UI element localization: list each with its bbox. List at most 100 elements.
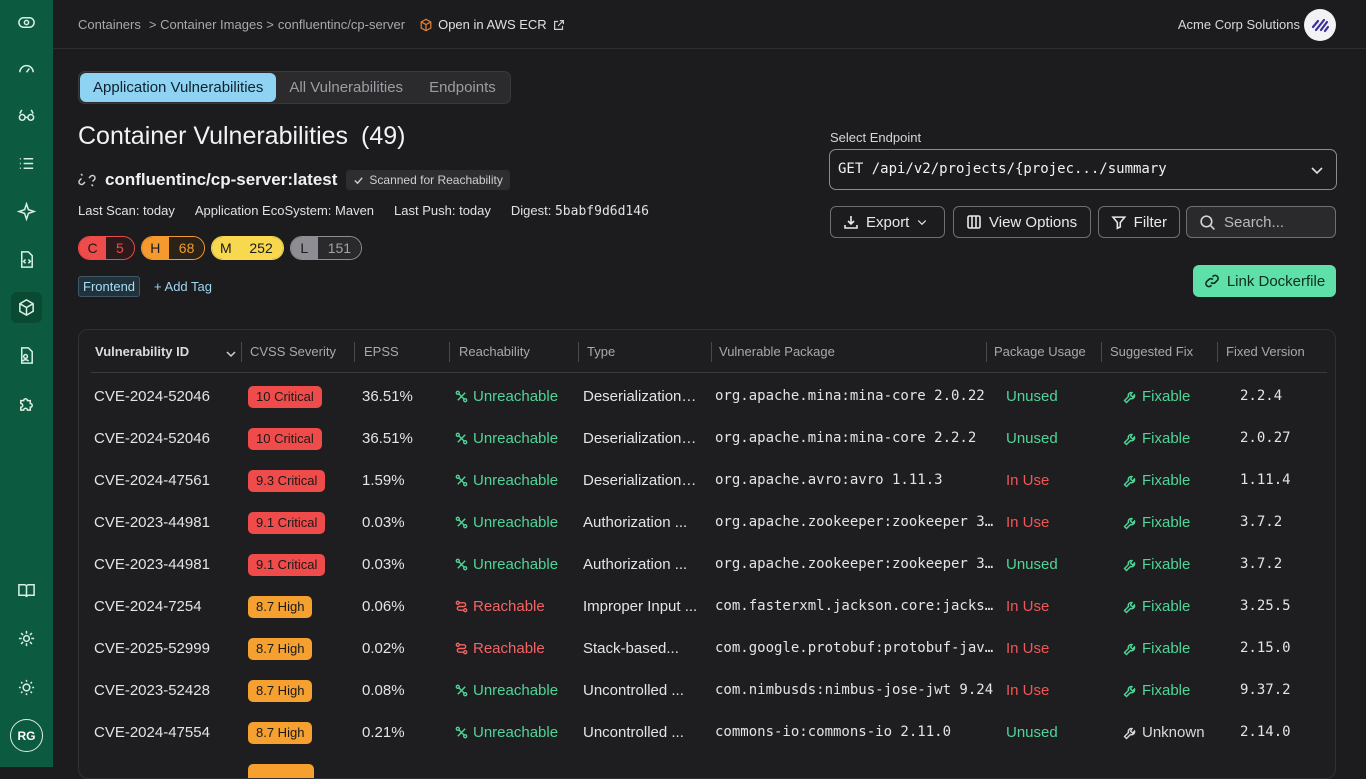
vulnerability-id[interactable]: CVE-2023-44981 (94, 556, 210, 573)
scan-badge: Scanned for Reachability (346, 170, 510, 190)
col-reachability[interactable]: Reachability (459, 344, 530, 359)
suggested-fix: Fixable (1123, 682, 1190, 699)
container-box-icon[interactable] (11, 292, 42, 323)
table-row[interactable]: CVE-2023-52428 8.7 High 0.08% Unreachable Un… (79, 670, 1335, 712)
image-name: confluentinc/cp-server:latest (105, 170, 338, 189)
fixed-version: 9.37.2 (1240, 682, 1291, 698)
tab-application-vulnerabilities[interactable]: Application Vulnerabilities (80, 73, 277, 102)
col-vulnerability-id[interactable]: Vulnerability ID (95, 344, 189, 359)
vulnerable-package: com.fasterxml.jackson.core:jacks… (715, 598, 994, 614)
vulnerability-table: Vulnerability ID CVSS Severity EPSS Reac… (78, 329, 1336, 779)
sparkle-icon[interactable] (11, 196, 42, 227)
vulnerability-id[interactable]: CVE-2024-52046 (94, 430, 210, 447)
vulnerability-type: Deserialization ... (583, 472, 698, 489)
vulnerable-package: org.apache.zookeeper:zookeeper 3… (715, 556, 994, 572)
search-input[interactable]: Search... (1186, 206, 1336, 238)
suggested-fix: Fixable (1123, 598, 1190, 615)
sort-chevron-icon[interactable] (225, 348, 237, 360)
table-row[interactable]: CVE-2024-47561 9.3 Critical 1.59% Unreachab… (79, 460, 1335, 502)
severity-critical[interactable]: C5 (78, 236, 135, 260)
table-row[interactable]: CVE-2025-52999 8.7 High 0.02% Reachable Stac… (79, 628, 1335, 670)
severity-medium[interactable]: M 252 (211, 236, 284, 260)
vulnerability-id[interactable]: CVE-2024-52046 (94, 388, 210, 405)
wrench-icon (1123, 475, 1136, 487)
table-row[interactable]: CVE-2024-52046 10 Critical 36.51% Unreachab… (79, 376, 1335, 418)
fixed-version: 2.14.0 (1240, 724, 1291, 740)
col-fixed-version[interactable]: Fixed Version (1226, 344, 1305, 359)
vulnerability-type: Authorization ... (583, 514, 688, 531)
severity-low[interactable]: L 151 (289, 236, 363, 260)
table-row[interactable]: CVE-2024-47554 8.7 High 0.21% Unreachable Un… (79, 712, 1335, 754)
tag-frontend[interactable]: Frontend (78, 276, 141, 297)
cvss-badge: 10 Critical (248, 386, 322, 408)
vulnerable-package: org.apache.zookeeper:zookeeper 3… (715, 514, 994, 530)
breadcrumb-container-images[interactable]: > Container Images > (149, 17, 274, 32)
suggested-fix: Fixable (1123, 556, 1190, 573)
vulnerability-id[interactable]: CVE-2025-52999 (94, 640, 210, 657)
breadcrumb: Containers > Container Images > confluen… (78, 17, 566, 32)
package-usage: Unused (1006, 724, 1058, 741)
suggested-fix: Fixable (1123, 640, 1190, 657)
user-avatar[interactable]: RG (10, 719, 43, 752)
col-divider (1101, 342, 1102, 362)
tab-all-vulnerabilities[interactable]: All Vulnerabilities (276, 73, 416, 102)
fixed-version: 3.7.2 (1240, 514, 1283, 530)
col-cvss-severity[interactable]: CVSS Severity (250, 344, 336, 359)
list-icon[interactable] (11, 148, 42, 179)
reachability-status: Unreachable (455, 472, 558, 489)
package-usage: Unused (1006, 556, 1058, 573)
file-user-icon[interactable] (11, 340, 42, 371)
table-row[interactable]: CVE-2024-52046 10 Critical 36.51% Unreachab… (79, 418, 1335, 460)
view-options-button[interactable]: View Options (953, 206, 1091, 238)
cvss-badge: 8.7 High (248, 680, 313, 702)
cvss-badge: 9.1 Critical (248, 554, 326, 576)
open-in-ecr-link[interactable]: Open in AWS ECR (419, 17, 566, 32)
dashboard-gauge-icon[interactable] (11, 53, 42, 84)
vulnerability-id[interactable]: CVE-2024-7254 (94, 598, 202, 615)
theme-sun-icon[interactable] (11, 672, 42, 703)
chevron-down-icon (1311, 167, 1323, 175)
unreachable-icon (455, 684, 468, 697)
breadcrumb-containers[interactable]: Containers (78, 17, 141, 32)
broken-link-icon (78, 173, 96, 187)
vulnerability-id[interactable]: CVE-2023-44981 (94, 514, 210, 531)
org-logo-icon[interactable] (1304, 9, 1336, 41)
vulnerability-id[interactable]: CVE-2024-47561 (94, 472, 210, 489)
settings-gear-icon[interactable] (11, 623, 42, 654)
export-button[interactable]: Export (830, 206, 945, 238)
col-suggested-fix[interactable]: Suggested Fix (1110, 344, 1193, 359)
vulnerability-type: Stack-based... (583, 640, 679, 657)
cvss-badge: 10 Critical (248, 428, 322, 450)
vulnerability-id[interactable]: CVE-2024-47554 (94, 724, 210, 741)
col-epss[interactable]: EPSS (364, 344, 399, 359)
puzzle-icon[interactable] (11, 388, 42, 419)
tag-row: Frontend + Add Tag (78, 276, 212, 297)
endpoint-select[interactable]: GET /api/v2/projects/{projec.../summary (829, 149, 1337, 190)
reachability-status: Unreachable (455, 556, 558, 573)
link-dockerfile-button[interactable]: Link Dockerfile (1193, 265, 1336, 297)
col-package-usage[interactable]: Package Usage (994, 344, 1086, 359)
image-row: confluentinc/cp-server:latest Scanned fo… (78, 170, 510, 190)
wrench-icon (1123, 517, 1136, 529)
col-divider (241, 342, 242, 362)
table-row[interactable]: CVE-2023-44981 9.1 Critical 0.03% Unreachab… (79, 544, 1335, 586)
table-row[interactable]: CVE-2023-44981 9.1 Critical 0.03% Unreachab… (79, 502, 1335, 544)
glasses-icon[interactable] (11, 100, 42, 131)
table-row[interactable]: CVE-2024-7254 8.7 High 0.06% Reachable Impro… (79, 586, 1335, 628)
vulnerability-type: Uncontrolled ... (583, 682, 684, 699)
tab-endpoints[interactable]: Endpoints (416, 73, 509, 102)
severity-high[interactable]: H 68 (140, 236, 206, 260)
col-type[interactable]: Type (587, 344, 615, 359)
topbar: Containers > Container Images > confluen… (53, 0, 1366, 49)
epss-value: 0.02% (362, 640, 405, 657)
code-file-icon[interactable] (11, 244, 42, 275)
filter-button[interactable]: Filter (1098, 206, 1180, 238)
view-tabs: Application Vulnerabilities All Vulnerab… (78, 71, 511, 104)
org-name[interactable]: Acme Corp Solutions (1178, 17, 1300, 32)
vulnerability-id[interactable]: CVE-2023-52428 (94, 682, 210, 699)
logo-icon[interactable] (11, 7, 42, 38)
col-divider (578, 342, 579, 362)
col-vulnerable-package[interactable]: Vulnerable Package (719, 344, 835, 359)
book-icon[interactable] (11, 575, 42, 606)
add-tag-button[interactable]: + Add Tag (154, 279, 212, 294)
